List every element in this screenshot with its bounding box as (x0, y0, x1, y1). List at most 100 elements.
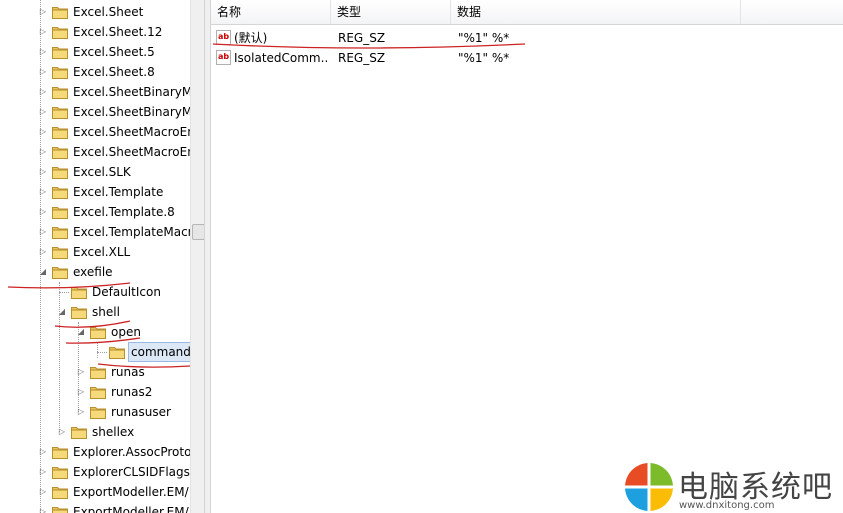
tree-node-label[interactable]: Excel.XLL (71, 242, 132, 262)
pane-splitter[interactable] (204, 0, 211, 513)
folder-icon (52, 205, 68, 219)
tree-node[interactable]: ▷ Excel.SheetMacroEn (0, 142, 190, 162)
tree-node[interactable]: ◢ exefile (0, 262, 190, 282)
tree-node-label[interactable]: runasuser (109, 402, 173, 422)
expand-arrow-icon[interactable]: ▷ (38, 462, 48, 482)
tree-node[interactable]: ▷ Excel.SLK (0, 162, 190, 182)
expand-arrow-icon[interactable]: ▷ (76, 402, 86, 422)
folder-icon (90, 405, 106, 419)
tree-node-label[interactable]: ExplorerCLSIDFlags (71, 462, 190, 482)
tree-node-label[interactable]: runas2 (109, 382, 154, 402)
tree-node[interactable]: ▷ runasuser (0, 402, 190, 422)
tree-node[interactable]: ▷ Excel.SheetMacroEn (0, 122, 190, 142)
expand-arrow-icon[interactable]: ▷ (38, 442, 48, 462)
tree-node-label[interactable]: Excel.Sheet.5 (71, 42, 157, 62)
folder-icon (71, 285, 87, 299)
expand-arrow-icon[interactable]: ▷ (38, 482, 48, 502)
tree-node-label[interactable]: Excel.SheetMacroEn (71, 142, 190, 162)
collapse-arrow-icon[interactable]: ◢ (57, 302, 67, 322)
tree-node[interactable]: ▷ Excel.SheetBinaryMa (0, 102, 190, 122)
tree-node-label[interactable]: ExportModeller.EM/ (71, 502, 190, 513)
registry-key-tree[interactable]: ▷ Excel.Sheet ▷ Excel.Sheet.12 ▷ Excel.Sheet.… (0, 0, 190, 513)
folder-icon (71, 305, 87, 319)
tree-node[interactable]: ▷ Explorer.AssocProto (0, 442, 190, 462)
expand-arrow-icon[interactable]: ▷ (76, 362, 86, 382)
folder-icon (52, 25, 68, 39)
tree-node-label[interactable]: Excel.TemplateMacr (71, 222, 190, 242)
collapse-arrow-icon[interactable]: ◢ (38, 262, 48, 282)
tree-connector-line (97, 352, 107, 353)
tree-node[interactable]: ▷ Excel.TemplateMacr (0, 222, 190, 242)
tree-node-label[interactable]: exefile (71, 262, 115, 282)
tree-node-label[interactable]: Excel.Sheet.12 (71, 22, 164, 42)
tree-node-label[interactable]: open (109, 322, 143, 342)
tree-node[interactable]: ◢ shell (0, 302, 190, 322)
column-header-data[interactable]: 数据 (451, 0, 741, 24)
tree-node[interactable]: ▷ Excel.Template (0, 182, 190, 202)
watermark-url: www.dnxitong.com (679, 500, 775, 511)
expand-arrow-icon[interactable]: ▷ (38, 22, 48, 42)
tree-node-label[interactable]: Excel.Template (71, 182, 165, 202)
tree-connector-line (59, 292, 69, 293)
site-watermark: 电脑系统吧 www.dnxitong.com (622, 460, 843, 513)
folder-icon (90, 385, 106, 399)
registry-values-list[interactable]: 名称 类型 数据 ab (默认) REG_SZ "%1" %* ab Isola… (211, 0, 843, 513)
tree-node[interactable]: ▷ Excel.SheetBinaryMa (0, 82, 190, 102)
expand-arrow-icon[interactable]: ▷ (57, 422, 67, 442)
expand-arrow-icon[interactable]: ▷ (38, 2, 48, 22)
column-header-type[interactable]: 类型 (331, 0, 451, 24)
tree-node-label[interactable]: Excel.Template.8 (71, 202, 177, 222)
value-row-default[interactable]: ab (默认) REG_SZ "%1" %* (211, 28, 843, 48)
tree-node[interactable]: ▷ Excel.Sheet (0, 2, 190, 22)
folder-icon (52, 445, 68, 459)
tree-node[interactable]: ▷ runas (0, 362, 190, 382)
tree-node-label[interactable]: Excel.SheetBinaryMa (71, 82, 190, 102)
tree-node-label[interactable]: Excel.Sheet.8 (71, 62, 157, 82)
expand-arrow-icon[interactable]: ▷ (76, 382, 86, 402)
expand-arrow-icon[interactable]: ▷ (38, 222, 48, 242)
expand-arrow-icon[interactable]: ▷ (38, 142, 48, 162)
tree-node-label[interactable]: runas (109, 362, 147, 382)
tree-node-label[interactable]: Excel.SLK (71, 162, 133, 182)
value-type: REG_SZ (338, 51, 386, 65)
tree-node-label[interactable]: ExportModeller.EM/ (71, 482, 190, 502)
tree-node[interactable]: ▷ ExportModeller.EM/ (0, 502, 190, 513)
tree-node[interactable]: ▷ ExportModeller.EM/ (0, 482, 190, 502)
tree-node[interactable]: ▷ ExplorerCLSIDFlags (0, 462, 190, 482)
tree-node[interactable]: ▷ runas2 (0, 382, 190, 402)
expand-arrow-icon[interactable]: ▷ (38, 182, 48, 202)
value-row-isolatedcommand[interactable]: ab IsolatedComm... REG_SZ "%1" %* (211, 48, 843, 68)
collapse-arrow-icon[interactable]: ◢ (76, 322, 86, 342)
tree-node-label[interactable]: shellex (90, 422, 136, 442)
tree-node[interactable]: ▷ Excel.XLL (0, 242, 190, 262)
tree-node[interactable]: ▷ Excel.Sheet.5 (0, 42, 190, 62)
tree-node-label[interactable]: Excel.Sheet (71, 2, 145, 22)
tree-node[interactable]: DefaultIcon (0, 282, 190, 302)
expand-arrow-icon[interactable]: ▷ (38, 242, 48, 262)
tree-node-label[interactable]: Excel.SheetBinaryMa (71, 102, 190, 122)
expand-arrow-icon[interactable]: ▷ (38, 162, 48, 182)
expand-arrow-icon[interactable]: ▷ (38, 122, 48, 142)
tree-node-label[interactable]: Explorer.AssocProto (71, 442, 190, 462)
tree-node[interactable]: command (0, 342, 190, 362)
tree-node-label[interactable]: DefaultIcon (90, 282, 163, 302)
tree-node[interactable]: ◢ open (0, 322, 190, 342)
tree-node[interactable]: ▷ Excel.Sheet.8 (0, 62, 190, 82)
tree-node[interactable]: ▷ shellex (0, 422, 190, 442)
tree-node-label[interactable]: shell (90, 302, 122, 322)
tree-node-label[interactable]: Excel.SheetMacroEn (71, 122, 190, 142)
tree-node[interactable]: ▷ Excel.Sheet.12 (0, 22, 190, 42)
expand-arrow-icon[interactable]: ▷ (38, 102, 48, 122)
expand-arrow-icon[interactable]: ▷ (38, 502, 48, 513)
expand-arrow-icon[interactable]: ▷ (38, 82, 48, 102)
expand-arrow-icon[interactable]: ▷ (38, 202, 48, 222)
folder-icon (52, 245, 68, 259)
tree-node[interactable]: ▷ Excel.Template.8 (0, 202, 190, 222)
expand-arrow-icon[interactable]: ▷ (38, 42, 48, 62)
tree-node-label[interactable]: command (128, 342, 190, 362)
tree-scrollbar[interactable] (190, 0, 205, 513)
value-data: "%1" %* (458, 31, 510, 45)
expand-arrow-icon[interactable]: ▷ (38, 62, 48, 82)
column-header-name[interactable]: 名称 (211, 0, 331, 24)
list-header: 名称 类型 数据 (211, 0, 843, 25)
